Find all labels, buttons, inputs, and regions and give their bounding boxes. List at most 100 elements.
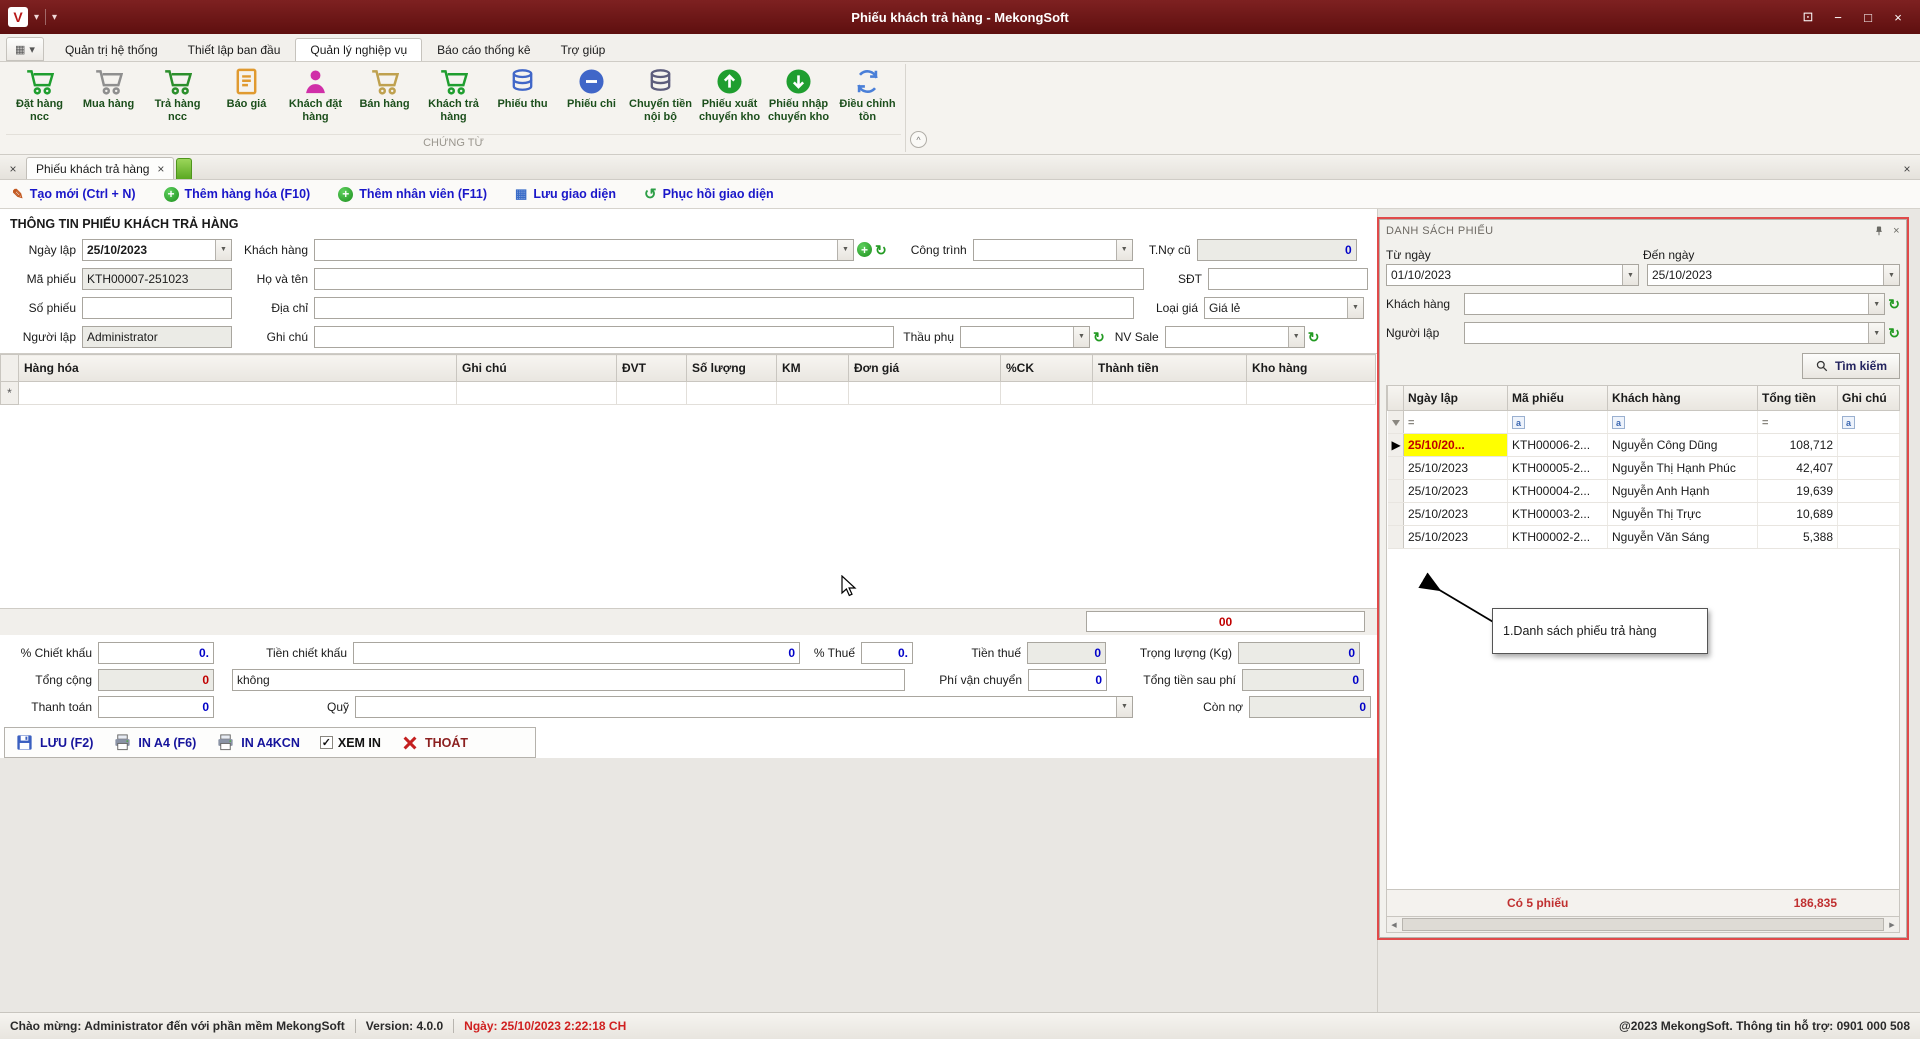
refresh-panel-nguoi-lap-icon[interactable]: ↻ xyxy=(1888,326,1900,340)
column-header-dvt[interactable]: ĐVT xyxy=(616,354,687,382)
cell-ma-phieu[interactable]: KTH00002-2... xyxy=(1507,525,1608,549)
filter-cell[interactable]: a xyxy=(1837,410,1900,434)
fullscreen-button[interactable]: ⊡ xyxy=(1794,5,1822,29)
nguoi-lap-input[interactable]: Administrator xyxy=(82,325,232,348)
tao-moi-link[interactable]: ✎ Tạo mới (Ctrl + N) xyxy=(12,186,136,203)
ribbon-item-phieu-thu[interactable]: Phiếu thu xyxy=(489,64,556,132)
dropdown-icon[interactable]: ▼ xyxy=(1073,326,1089,347)
cong-trinh-input[interactable]: ▼ xyxy=(972,238,1133,261)
cell-ghi-chu[interactable] xyxy=(1837,525,1900,549)
column-header-ghi-chu[interactable]: Ghi chú xyxy=(456,354,617,382)
column-header-don-gia[interactable]: Đơn giá xyxy=(848,354,1001,382)
new-item-row[interactable]: * xyxy=(0,381,1376,405)
menu-tab-quan-tri-he-thong[interactable]: Quản trị hệ thống xyxy=(50,38,173,61)
ribbon-item-phieu-xuat-chuyen-kho[interactable]: Phiếu xuất chuyển kho xyxy=(696,64,763,132)
receipt-row[interactable]: 25/10/2023 KTH00004-2... Nguyễn Anh Hạnh… xyxy=(1387,479,1900,503)
filter-equals-icon[interactable]: = xyxy=(1408,417,1414,429)
cell-ma-phieu[interactable]: KTH00003-2... xyxy=(1507,502,1608,526)
cell-tong-tien[interactable]: 5,388 xyxy=(1757,525,1838,549)
ribbon-item-dat-hang-ncc[interactable]: Đặt hàng ncc xyxy=(6,64,73,132)
exit-button[interactable]: THOÁT xyxy=(401,734,468,752)
xem-in-checkbox[interactable]: ✓ XEM IN xyxy=(319,736,381,750)
save-button[interactable]: LƯU (F2) xyxy=(15,733,93,752)
cell-ma-phieu[interactable]: KTH00004-2... xyxy=(1507,479,1608,503)
dropdown-icon[interactable]: ▼ xyxy=(1868,294,1885,314)
dropdown-icon[interactable]: ▼ xyxy=(1115,239,1132,260)
dropdown-icon[interactable]: ▼ xyxy=(1868,323,1885,343)
grid-cell[interactable] xyxy=(848,381,1001,405)
minimize-button[interactable]: − xyxy=(1824,5,1852,29)
column-header-tong-tien[interactable]: Tổng tiền xyxy=(1757,386,1838,411)
menu-tab-quan-ly-nghiep-vu[interactable]: Quản lý nghiệp vụ xyxy=(295,38,423,61)
menu-tab-thiet-lap-ban-dau[interactable]: Thiết lập ban đầu xyxy=(173,38,296,61)
column-header-so-luong[interactable]: Số lượng xyxy=(686,354,777,382)
column-header-ghi-chu[interactable]: Ghi chú xyxy=(1837,386,1900,411)
tien-thue-input[interactable]: 0 xyxy=(1027,641,1106,664)
cell-tong-tien[interactable]: 10,689 xyxy=(1757,502,1838,526)
ribbon-item-tra-hang-ncc[interactable]: Trả hàng ncc xyxy=(144,64,211,132)
receipt-row[interactable]: 25/10/2023 KTH00005-2... Nguyễn Thị Hạnh… xyxy=(1387,456,1900,480)
scrollbar-thumb[interactable] xyxy=(1402,918,1884,931)
dropdown-icon[interactable]: ▼ xyxy=(1347,297,1363,318)
cell-khach-hang[interactable]: Nguyễn Công Dũng xyxy=(1607,433,1758,457)
refresh-nv-sale-icon[interactable]: ↻ xyxy=(1308,330,1320,344)
view-menu-button[interactable]: ▦ ▾ xyxy=(6,37,44,61)
ribbon-collapse-button[interactable]: ^ xyxy=(910,131,927,148)
dropdown-icon[interactable]: ▼ xyxy=(837,239,853,260)
filter-equals-icon[interactable]: = xyxy=(1762,417,1768,429)
cell-khach-hang[interactable]: Nguyễn Văn Sáng xyxy=(1607,525,1758,549)
cell-ghi-chu[interactable] xyxy=(1837,479,1900,503)
receipt-row-selected[interactable]: ▶ 25/10/20... KTH00006-2... Nguyễn Công … xyxy=(1387,433,1900,457)
tab-phieu-khach-tra-hang[interactable]: Phiếu khách trả hàng × xyxy=(26,157,175,179)
dropdown-icon[interactable]: ▼ xyxy=(1116,696,1132,717)
so-phieu-input[interactable] xyxy=(82,296,232,319)
ribbon-item-bao-gia[interactable]: Báo giá xyxy=(213,64,280,132)
column-header-pct-ck[interactable]: %CK xyxy=(1000,354,1093,382)
nv-sale-input[interactable]: ▼ xyxy=(1164,325,1305,348)
ma-phieu-input[interactable]: KTH00007-251023 xyxy=(82,267,232,290)
toolbar-options-caret-icon[interactable]: ▾ xyxy=(52,12,57,23)
cell-ngay-lap[interactable]: 25/10/2023 xyxy=(1403,502,1508,526)
ribbon-item-khach-tra-hang[interactable]: Khách trả hàng xyxy=(420,64,487,132)
cell-tong-tien[interactable]: 19,639 xyxy=(1757,479,1838,503)
filter-text-icon[interactable]: a xyxy=(1512,416,1525,430)
tong-cong-input[interactable]: 0 xyxy=(98,668,214,691)
grid-cell[interactable] xyxy=(18,381,457,405)
quy-input[interactable]: ▼ xyxy=(355,695,1133,718)
con-no-input[interactable]: 0 xyxy=(1249,695,1371,718)
print-a4-button[interactable]: IN A4 (F6) xyxy=(113,733,196,752)
column-header-ma-phieu[interactable]: Mã phiếu xyxy=(1507,386,1608,411)
ribbon-item-dieu-chinh-ton[interactable]: Điều chỉnh tồn xyxy=(834,64,901,132)
dia-chi-input[interactable] xyxy=(314,296,1134,319)
dropdown-icon[interactable]: ▼ xyxy=(1287,326,1304,347)
grid-cell[interactable] xyxy=(616,381,687,405)
cell-ma-phieu[interactable]: KTH00006-2... xyxy=(1507,433,1608,457)
ribbon-item-phieu-chi[interactable]: Phiếu chi xyxy=(558,64,625,132)
scroll-left-icon[interactable]: ◀ xyxy=(1387,921,1401,929)
cell-ghi-chu[interactable] xyxy=(1837,456,1900,480)
tu-ngay-input[interactable]: 01/10/2023 ▼ xyxy=(1386,264,1639,286)
grid-cell[interactable] xyxy=(456,381,617,405)
filter-text-icon[interactable]: a xyxy=(1612,416,1625,430)
grid-cell-thanh-tien[interactable] xyxy=(1092,381,1247,405)
filter-cell[interactable]: = xyxy=(1403,410,1508,434)
dropdown-icon[interactable]: ▼ xyxy=(1883,265,1899,285)
restore-button[interactable]: □ xyxy=(1854,5,1882,29)
filter-cell[interactable]: a xyxy=(1507,410,1608,434)
dropdown-icon[interactable]: ▼ xyxy=(215,239,231,260)
cell-ngay-lap[interactable]: 25/10/20... xyxy=(1403,433,1508,457)
filter-cell[interactable]: a xyxy=(1607,410,1758,434)
luu-giao-dien-link[interactable]: ▦ Lưu giao diện xyxy=(515,186,616,202)
ribbon-item-khach-dat-hang[interactable]: Khách đặt hàng xyxy=(282,64,349,132)
ribbon-item-phieu-nhap-chuyen-kho[interactable]: Phiếu nhập chuyển kho xyxy=(765,64,832,132)
scroll-right-icon[interactable]: ▶ xyxy=(1885,921,1899,929)
grid-cell[interactable] xyxy=(1000,381,1093,405)
ghi-chu-input[interactable] xyxy=(314,325,894,348)
cell-khach-hang[interactable]: Nguyễn Thị Trực xyxy=(1607,502,1758,526)
ho-va-ten-input[interactable] xyxy=(314,267,1144,290)
menu-tab-tro-giup[interactable]: Trợ giúp xyxy=(546,38,621,61)
cell-ghi-chu[interactable] xyxy=(1837,433,1900,457)
search-button[interactable]: Tìm kiếm xyxy=(1801,353,1900,379)
tien-ck-input[interactable]: 0 xyxy=(353,641,800,664)
tong-cong-text-input[interactable]: không xyxy=(232,668,905,691)
